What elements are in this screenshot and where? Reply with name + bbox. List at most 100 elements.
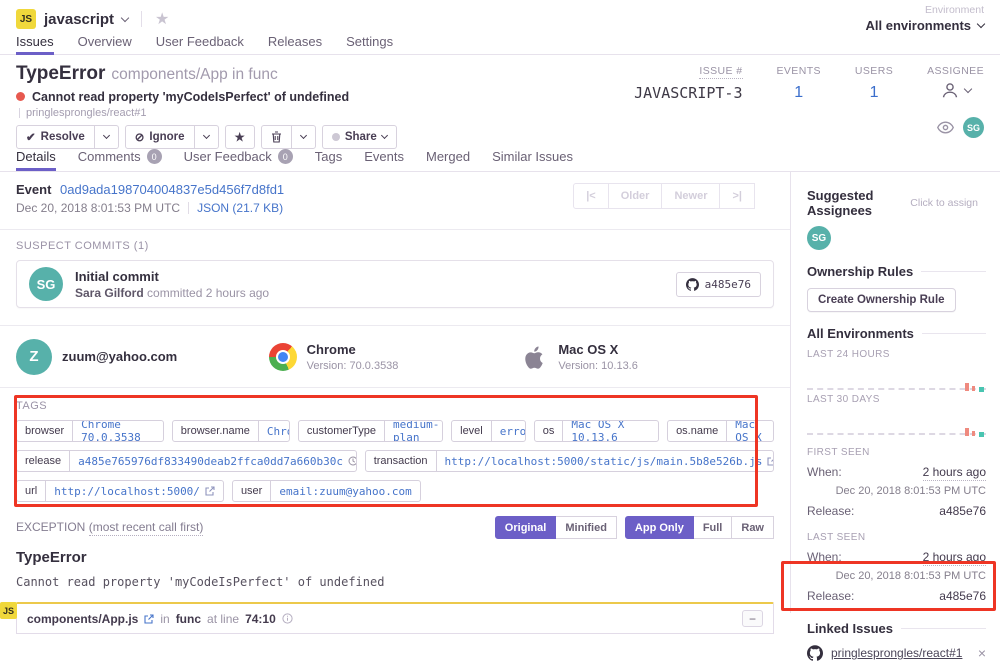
pagination-button[interactable]: Newer [661, 183, 720, 209]
chevron-down-icon [202, 132, 209, 139]
nav-item[interactable]: Overview [78, 34, 132, 55]
nav-item[interactable]: Settings [346, 34, 393, 55]
delete-dropdown-button[interactable] [291, 125, 316, 149]
tags-row-3: url http://localhost:5000/ user email:zu… [16, 480, 774, 502]
tab[interactable]: Merged [426, 149, 470, 171]
project-name[interactable]: javascript [44, 11, 114, 28]
event-datetime: Dec 20, 2018 8:01:53 PM UTC [16, 201, 180, 215]
ignore-button[interactable]: ⊘ Ignore [125, 125, 195, 149]
trash-icon [271, 131, 282, 143]
tag-pill: browser.name Chrome [172, 420, 290, 442]
javascript-platform-icon: JS [0, 602, 17, 619]
external-link-icon[interactable] [767, 456, 774, 466]
avatar[interactable]: SG [963, 117, 984, 138]
stacktrace-toggle-button[interactable]: Minified [555, 516, 617, 539]
assignee-selector[interactable] [927, 82, 984, 98]
events-count[interactable]: 1 [777, 84, 821, 102]
linked-issue-link[interactable]: pringlesprongles/react#1 [831, 646, 970, 660]
tab[interactable]: Similar Issues [492, 149, 573, 171]
create-ownership-rule-button[interactable]: Create Ownership Rule [807, 288, 956, 312]
stacktrace-toggle-button[interactable]: App Only [625, 516, 694, 539]
tab[interactable]: Events [364, 149, 404, 171]
remove-linked-issue-icon[interactable]: × [978, 645, 986, 661]
tag-value[interactable]: medium-plan [384, 421, 443, 441]
tag-value[interactable]: Mac OS X 10.13.6 [562, 421, 658, 441]
external-link-icon[interactable] [144, 614, 154, 624]
tag-value[interactable]: http://localhost:5000/ [45, 481, 223, 501]
resolve-dropdown-button[interactable] [94, 125, 119, 149]
tag-value[interactable]: Mac OS X [726, 421, 773, 441]
divider [141, 11, 142, 27]
commit-sha-button[interactable]: a485e76 [676, 272, 761, 297]
first-seen-title: FIRST SEEN [807, 447, 986, 458]
delete-button[interactable] [261, 125, 292, 149]
linked-issues-title: Linked Issues [807, 621, 893, 636]
tag-key: level [452, 421, 491, 441]
tag-pill: customerType medium-plan [298, 420, 443, 442]
pagination-button[interactable]: Older [608, 183, 663, 209]
suggested-assignee-avatar[interactable]: SG [807, 226, 831, 250]
github-icon [686, 278, 699, 291]
linked-issue-annotation[interactable]: pringlesprongles/react#1 [26, 107, 146, 119]
tab[interactable]: Comments 0 [78, 149, 162, 171]
tab[interactable]: Details [16, 149, 56, 171]
ownership-rules-title: Ownership Rules [807, 264, 913, 279]
avatar: SG [29, 267, 63, 301]
first-seen-release-link[interactable]: a485e76 [939, 504, 986, 518]
tag-value[interactable]: error [491, 421, 526, 441]
issue-actions: ✔ Resolve ⊘ Ignore ★ Share [16, 125, 984, 149]
last-24-hours-sparkline [807, 364, 986, 394]
share-button[interactable]: Share [322, 125, 397, 149]
star-icon: ★ [235, 130, 245, 144]
tag-value[interactable]: Chrome [258, 421, 290, 441]
pagination-button[interactable]: >| [719, 183, 755, 209]
frame-function: func [176, 612, 201, 626]
nav-item[interactable]: Issues [16, 34, 54, 55]
external-link-icon[interactable] [205, 486, 215, 496]
tag-value[interactable]: a485e765976df833490deab2ffca0dd7a660b30c [69, 451, 357, 471]
click-to-assign-hint: Click to assign [910, 197, 978, 209]
star-button[interactable]: ★ [225, 125, 255, 149]
tab[interactable]: User Feedback 0 [184, 149, 293, 171]
tab-count-badge: 0 [147, 149, 162, 164]
nav-item[interactable]: User Feedback [156, 34, 244, 55]
context-browser: Chrome Version: 70.0.3538 [269, 342, 522, 372]
environment-selector[interactable]: All environments [866, 18, 984, 33]
stack-frame: components/App.js in func at line 74:10 … [16, 602, 774, 634]
last-seen-title: LAST SEEN [807, 532, 986, 543]
users-count[interactable]: 1 [855, 84, 893, 102]
tag-value[interactable]: email:zuum@yahoo.com [270, 481, 419, 501]
info-icon[interactable] [282, 613, 293, 624]
divider [19, 108, 20, 118]
bookmark-star-icon[interactable]: ★ [155, 9, 169, 29]
pagination-button[interactable]: |< [573, 183, 609, 209]
clock-icon[interactable] [348, 456, 357, 466]
eye-icon[interactable] [937, 121, 954, 134]
avatar: Z [16, 339, 52, 375]
main-column: Event 0ad9ada198704004837e5d456f7d8fd1 D… [0, 172, 790, 613]
resolve-button[interactable]: ✔ Resolve [16, 125, 95, 149]
issue-culprit: components/App in func [111, 66, 277, 83]
last-seen-release-link[interactable]: a485e76 [939, 589, 986, 603]
tag-value[interactable]: Chrome 70.0.3538 [72, 421, 163, 441]
app-header: JS javascript ★ Environment All environm… [0, 0, 1000, 55]
stacktrace-toggle-button[interactable]: Original [495, 516, 557, 539]
tab[interactable]: Tags [315, 149, 342, 171]
last-30-days-sparkline [807, 409, 986, 439]
environment-label: Environment [866, 4, 984, 16]
nav-item[interactable]: Releases [268, 34, 322, 55]
ignore-dropdown-button[interactable] [194, 125, 219, 149]
tag-key: release [17, 451, 69, 471]
tag-key: browser.name [173, 421, 258, 441]
stacktrace-toggle-button[interactable]: Raw [731, 516, 774, 539]
stacktrace-toggle-button[interactable]: Full [693, 516, 733, 539]
stack-frame-header[interactable]: components/App.js in func at line 74:10 … [17, 604, 773, 633]
tag-value[interactable]: http://localhost:5000/static/js/main.5b8… [436, 451, 775, 471]
event-json-link[interactable]: JSON (21.7 KB) [197, 201, 283, 215]
issue-header: TypeErrorcomponents/App in func Cannot r… [0, 55, 1000, 145]
event-id-link[interactable]: 0ad9ada198704004837e5d456f7d8fd1 [60, 182, 284, 197]
last-seen-datetime: Dec 20, 2018 8:01:53 PM UTC [807, 570, 986, 582]
events-label: EVENTS [777, 65, 821, 77]
tag-pill: release a485e765976df833490deab2ffca0dd7… [16, 450, 357, 472]
chevron-down-icon[interactable] [121, 13, 129, 21]
